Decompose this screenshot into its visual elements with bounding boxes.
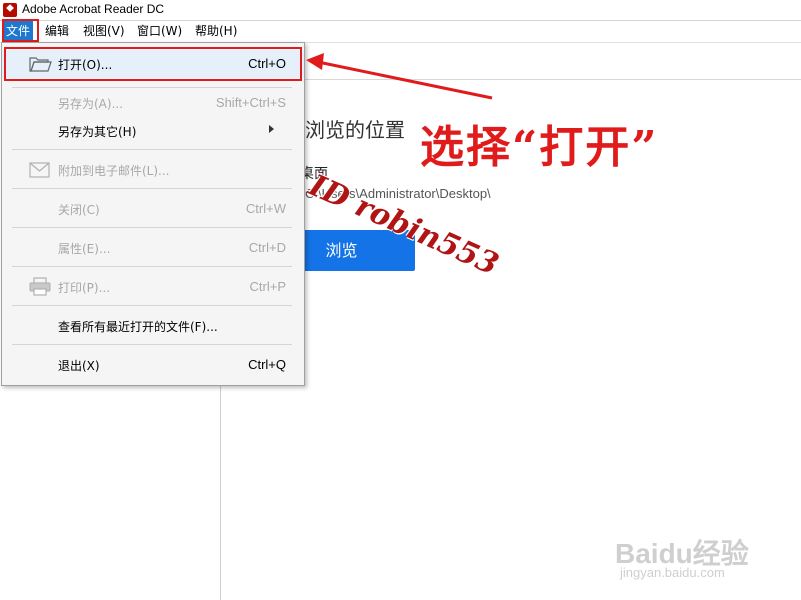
- menu-separator: [12, 305, 292, 306]
- menu-item-label: 退出(X): [58, 359, 100, 373]
- menu-item-close[interactable]: 关闭(C) Ctrl+W: [2, 195, 304, 223]
- menu-item-label: 关闭(C): [58, 203, 100, 217]
- printer-icon: [29, 277, 51, 296]
- annotation-arrow: [306, 53, 493, 100]
- menu-item-label: 另存为(A)...: [58, 97, 124, 111]
- menu-item-shortcut: Shift+Ctrl+S: [215, 95, 286, 110]
- menu-item-label: 打印(P)...: [58, 281, 111, 295]
- menu-item-label: 附加到电子邮件(L)...: [58, 164, 170, 178]
- file-menu-dropdown: 打开(O)... Ctrl+O 另存为(A)... Shift+Ctrl+S 另…: [1, 42, 305, 386]
- menu-item-shortcut: Ctrl+P: [249, 279, 286, 294]
- menu-item-label: 查看所有最近打开的文件(F)...: [58, 320, 218, 334]
- title-bar: ⯁ Adobe Acrobat Reader DC: [0, 0, 801, 21]
- menu-window[interactable]: 窗口(W): [134, 21, 185, 42]
- menu-bar: 文件 编辑 视图(V) 窗口(W) 帮助(H): [0, 21, 801, 43]
- menu-item-label: 属性(E)...: [58, 242, 111, 256]
- menu-item-save-as[interactable]: 另存为(A)... Shift+Ctrl+S: [2, 89, 304, 117]
- menu-item-label: 另存为其它(H): [58, 125, 137, 139]
- window-title: Adobe Acrobat Reader DC: [22, 2, 165, 16]
- menu-item-print[interactable]: 打印(P)... Ctrl+P: [2, 273, 304, 301]
- acrobat-icon: ⯁: [3, 3, 17, 17]
- menu-item-shortcut: Ctrl+D: [248, 240, 286, 255]
- menu-separator: [12, 188, 292, 189]
- menu-edit[interactable]: 编辑: [42, 21, 72, 42]
- menu-item-exit[interactable]: 退出(X) Ctrl+Q: [2, 351, 304, 379]
- menu-item-save-as-other[interactable]: 另存为其它(H): [2, 117, 304, 145]
- menu-item-shortcut: Ctrl+W: [245, 201, 286, 216]
- annotation-text: 选择“打开”: [420, 122, 659, 173]
- menu-separator: [12, 227, 292, 228]
- menu-item-shortcut: Ctrl+Q: [248, 357, 286, 372]
- menu-item-recent-files[interactable]: 查看所有最近打开的文件(F)...: [2, 312, 304, 340]
- email-icon: [29, 162, 50, 178]
- menu-separator: [12, 149, 292, 150]
- menu-help[interactable]: 帮助(H): [192, 21, 240, 42]
- menu-separator: [12, 87, 292, 88]
- menu-separator: [12, 266, 292, 267]
- menu-file-highlight: [2, 19, 39, 42]
- menu-item-attach-email[interactable]: 附加到电子邮件(L)...: [2, 156, 304, 184]
- menu-item-properties[interactable]: 属性(E)... Ctrl+D: [2, 234, 304, 262]
- baidu-url: jingyan.baidu.com: [620, 565, 725, 580]
- chevron-right-icon: [269, 125, 274, 133]
- open-item-highlight: [4, 47, 302, 81]
- menu-separator: [12, 344, 292, 345]
- menu-view[interactable]: 视图(V): [80, 21, 128, 42]
- browse-location-heading: 浏览的位置: [305, 118, 405, 142]
